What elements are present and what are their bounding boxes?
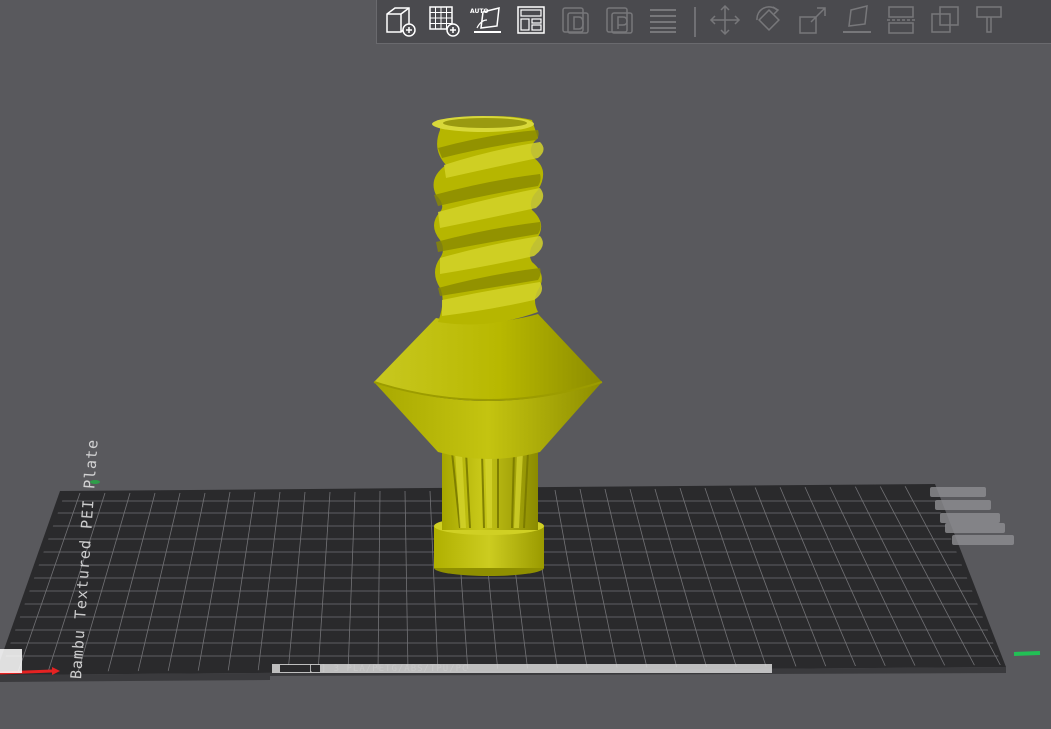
scale-icon: [797, 4, 829, 40]
rotate-icon: [753, 4, 785, 40]
layers-button[interactable]: [646, 5, 680, 39]
arrange-layout-icon: [515, 4, 547, 40]
layers-icon: [647, 4, 679, 40]
auto-orient-label: AUTO: [470, 7, 489, 15]
move-icon: [709, 4, 741, 40]
split-parts-icon: [603, 4, 635, 40]
split-objects-button[interactable]: [558, 5, 592, 39]
move-button[interactable]: [708, 4, 742, 40]
scale-button[interactable]: [796, 5, 830, 39]
auto-orient-button[interactable]: AUTO: [470, 5, 504, 39]
add-plate-button[interactable]: [426, 5, 460, 39]
cut-button[interactable]: [884, 5, 918, 39]
toolbar-separator: [694, 6, 696, 37]
y-axis-indicator: [1013, 651, 1041, 656]
boolean-button[interactable]: [928, 5, 962, 39]
3d-viewport[interactable]: Bambu Textured PEI Plate [ ] 3 PLA/PETG/…: [0, 0, 1051, 729]
top-toolbar: AUTO: [376, 0, 1051, 44]
cube-plus-icon: [383, 4, 416, 40]
rotate-button[interactable]: [752, 5, 786, 39]
scene-canvas[interactable]: [0, 0, 1051, 729]
cut-icon: [885, 4, 917, 40]
paint-icon: [973, 4, 1005, 40]
lay-on-face-icon: [841, 4, 873, 40]
paint-button[interactable]: [972, 5, 1006, 39]
arrange-button[interactable]: [514, 5, 548, 39]
boolean-icon: [929, 4, 961, 40]
split-parts-button[interactable]: [602, 5, 636, 39]
bed-plate-strip-text: [ ] 3 PLA/PETG/ABS/TPU/PC: [308, 664, 469, 674]
grid-plus-icon: [427, 4, 460, 40]
lay-on-face-button[interactable]: [840, 4, 874, 40]
split-objects-icon: [559, 4, 591, 40]
add-object-button[interactable]: [382, 5, 416, 39]
